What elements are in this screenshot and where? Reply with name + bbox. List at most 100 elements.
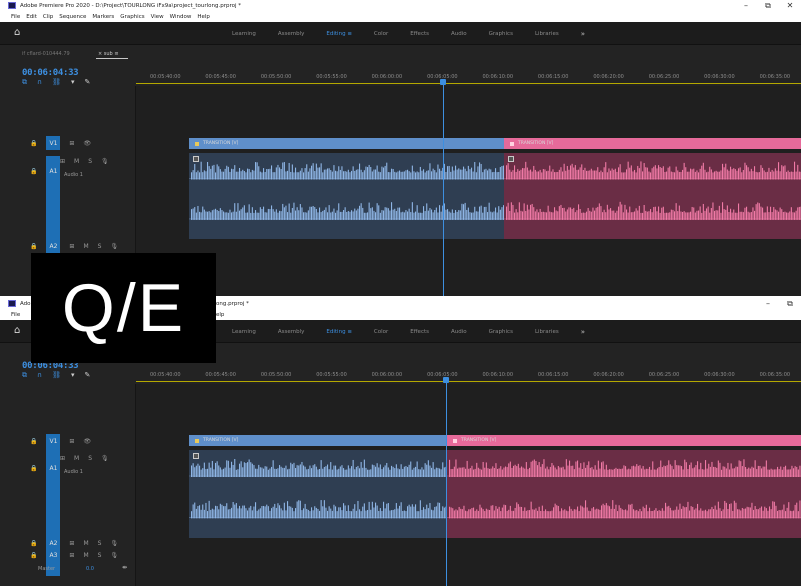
more-workspaces-icon[interactable]: »: [581, 30, 585, 38]
solo-button[interactable]: S: [88, 455, 92, 462]
maximize-icon[interactable]: ⧉: [779, 299, 801, 309]
work-area-bar[interactable]: [136, 381, 801, 382]
track-a2-label[interactable]: A2: [46, 243, 61, 250]
audio-clip-pink[interactable]: [504, 153, 801, 239]
tab-color[interactable]: Color: [374, 329, 388, 335]
solo-button[interactable]: S: [98, 540, 102, 547]
tab-learning[interactable]: Learning: [232, 329, 256, 335]
mute-button[interactable]: M: [83, 540, 88, 547]
solo-button[interactable]: S: [88, 158, 92, 165]
mute-button[interactable]: M: [74, 158, 79, 165]
sync-icon[interactable]: ⊞: [60, 455, 65, 462]
clip-header-pink[interactable]: TRANSITION [V]: [504, 138, 801, 149]
playhead-timecode[interactable]: 00:06:04:33: [22, 68, 79, 78]
tab-graphics[interactable]: Graphics: [489, 31, 513, 37]
snap-magnet-icon[interactable]: ∩: [37, 371, 42, 380]
expand-arrows-icon[interactable]: ⇹: [122, 564, 127, 571]
more-workspaces-icon[interactable]: »: [581, 328, 585, 336]
menu-window[interactable]: Window: [170, 14, 192, 20]
track-a1-label[interactable]: A1: [46, 465, 61, 472]
sync-lock-icon[interactable]: ⊞: [69, 140, 74, 147]
tab-libraries[interactable]: Libraries: [535, 329, 559, 335]
mute-button[interactable]: M: [83, 243, 88, 250]
menu-view[interactable]: View: [151, 14, 164, 20]
tab-color[interactable]: Color: [374, 31, 388, 37]
time-ruler[interactable]: 00:05:40:00 00:05:45:00 00:05:50:00 00:05:5…: [136, 66, 801, 86]
sequence-tab-active[interactable]: × sub ≡: [98, 51, 119, 57]
tab-audio[interactable]: Audio: [451, 31, 467, 37]
settings-wrench-icon[interactable]: ✎: [85, 371, 91, 380]
tab-editing[interactable]: Editing ≡: [326, 31, 352, 37]
audio-clip-blue[interactable]: [189, 450, 447, 538]
sequence-tab[interactable]: if cflard-010444.79: [22, 51, 70, 57]
master-volume-value[interactable]: 0.0: [86, 566, 94, 572]
tab-graphics[interactable]: Graphics: [489, 329, 513, 335]
maximize-icon[interactable]: ⧉: [757, 1, 779, 11]
tab-assembly[interactable]: Assembly: [278, 329, 305, 335]
lock-icon[interactable]: 🔒: [30, 552, 37, 559]
sync-lock-icon[interactable]: ⊞: [69, 438, 74, 445]
menu-help[interactable]: Help: [197, 14, 210, 20]
mic-icon[interactable]: 🎙: [110, 552, 118, 559]
sync-icon[interactable]: ⊞: [69, 540, 74, 547]
lock-icon[interactable]: 🔒: [30, 465, 37, 472]
menu-graphics[interactable]: Graphics: [120, 14, 144, 20]
menu-sequence[interactable]: Sequence: [59, 14, 86, 20]
audio-clip-pink[interactable]: [447, 450, 801, 538]
tab-effects[interactable]: Effects: [410, 329, 429, 335]
playhead-line[interactable]: [446, 382, 447, 586]
sync-icon[interactable]: ⊞: [69, 243, 74, 250]
track-a3-label[interactable]: A3: [46, 552, 61, 559]
menu-markers[interactable]: Markers: [92, 14, 114, 20]
clip-header-pink[interactable]: TRANSITION [V]: [447, 435, 801, 446]
audio-clip-blue[interactable]: [189, 153, 504, 239]
tab-effects[interactable]: Effects: [410, 31, 429, 37]
solo-button[interactable]: S: [98, 552, 102, 559]
menu-edit[interactable]: Edit: [26, 14, 37, 20]
menu-file[interactable]: File: [11, 14, 20, 20]
sync-icon[interactable]: ⊞: [60, 158, 65, 165]
clip-header-blue[interactable]: TRANSITION [V]: [189, 435, 447, 446]
mic-icon[interactable]: 🎙: [101, 455, 109, 462]
tab-editing[interactable]: Editing ≡: [326, 329, 352, 335]
tab-libraries[interactable]: Libraries: [535, 31, 559, 37]
track-v1-label[interactable]: V1: [46, 140, 61, 147]
mute-button[interactable]: M: [83, 552, 88, 559]
solo-button[interactable]: S: [98, 243, 102, 250]
time-ruler[interactable]: 00:05:40:00 00:05:45:00 00:05:50:00 00:05:5…: [136, 364, 801, 384]
linked-selection-icon[interactable]: ⛓: [52, 371, 61, 380]
sync-icon[interactable]: ⊞: [69, 552, 74, 559]
lock-icon[interactable]: 🔒: [30, 438, 37, 445]
close-icon[interactable]: ✕: [779, 1, 801, 10]
tab-audio[interactable]: Audio: [451, 329, 467, 335]
home-icon[interactable]: ⌂: [14, 326, 24, 336]
menu-file[interactable]: File: [11, 312, 20, 318]
clip-header-blue[interactable]: TRANSITION [V]: [189, 138, 504, 149]
minimize-icon[interactable]: –: [735, 1, 757, 10]
mic-icon[interactable]: 🎙: [101, 158, 109, 165]
tab-assembly[interactable]: Assembly: [278, 31, 305, 37]
nest-icon[interactable]: ⧉: [22, 371, 27, 380]
minimize-icon[interactable]: –: [757, 299, 779, 308]
work-area-bar[interactable]: [136, 83, 801, 84]
track-v1-label[interactable]: V1: [46, 438, 61, 445]
track-a2-label[interactable]: A2: [46, 540, 61, 547]
menu-help[interactable]: elp: [216, 312, 224, 318]
add-marker-icon[interactable]: ▾: [71, 371, 75, 380]
tab-learning[interactable]: Learning: [232, 31, 256, 37]
mute-button[interactable]: M: [74, 455, 79, 462]
lock-icon[interactable]: 🔒: [30, 243, 37, 250]
waveform-pink: [447, 459, 801, 519]
eye-icon[interactable]: 👁: [83, 438, 91, 445]
lock-icon[interactable]: 🔒: [30, 168, 37, 175]
track-a1-label[interactable]: A1: [46, 168, 61, 175]
eye-icon[interactable]: 👁: [83, 140, 91, 147]
menu-clip[interactable]: Clip: [43, 14, 53, 20]
playhead-line[interactable]: [443, 84, 444, 300]
mic-icon[interactable]: 🎙: [110, 540, 118, 547]
lock-icon[interactable]: 🔒: [30, 140, 37, 147]
lock-icon[interactable]: 🔒: [30, 540, 37, 547]
home-icon[interactable]: ⌂: [14, 28, 24, 38]
mic-icon[interactable]: 🎙: [110, 243, 118, 250]
tab-underline: [96, 58, 128, 59]
